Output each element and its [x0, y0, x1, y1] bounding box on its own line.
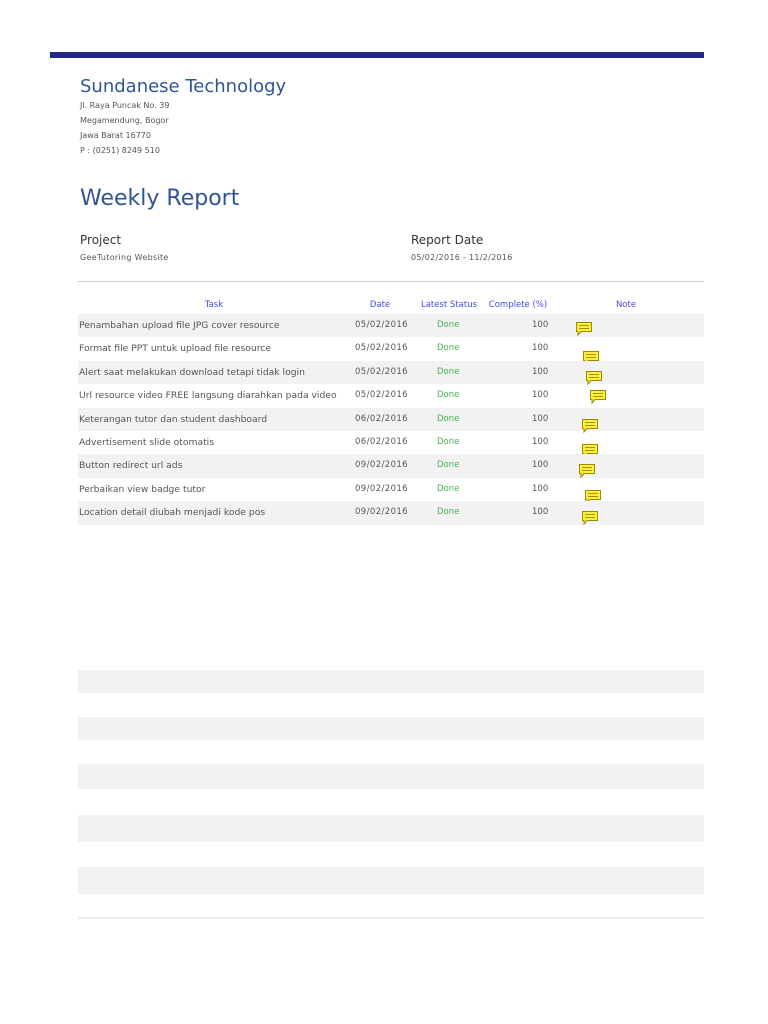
status-cell: Done [437, 413, 460, 424]
note-icon[interactable] [585, 370, 603, 386]
empty-row [78, 867, 704, 894]
note-icon[interactable] [581, 510, 599, 526]
note-icon[interactable] [575, 321, 593, 337]
status-cell: Done [437, 436, 460, 447]
task-cell: Penambahan upload file JPG cover resourc… [79, 320, 280, 331]
task-cell: Button redirect url ads [79, 460, 183, 472]
address-line-3: Jawa Barat 16770 [80, 131, 151, 140]
header-note: Note [615, 300, 637, 310]
header-latest-status: Latest Status [420, 300, 478, 310]
date-cell: 06/02/2016 [355, 413, 408, 424]
date-cell: 05/02/2016 [355, 390, 408, 401]
complete-cell: 100 [532, 413, 549, 424]
date-cell: 05/02/2016 [355, 343, 408, 354]
table-row: Penambahan upload file JPG cover resourc… [78, 314, 704, 338]
address-line-2: Megamendung, Bogor [80, 116, 169, 125]
complete-cell: 100 [532, 460, 549, 471]
note-icon[interactable] [578, 463, 596, 479]
task-cell: Format file PPT untuk upload file resour… [79, 343, 271, 355]
date-cell: 09/02/2016 [355, 483, 408, 494]
complete-cell: 100 [532, 390, 549, 401]
table-row: Location detail diubah menjadi kode pos 0… [78, 501, 704, 526]
note-icon[interactable] [589, 389, 607, 405]
complete-cell: 100 [532, 320, 549, 330]
table-row: Format file PPT untuk upload file resour… [78, 337, 704, 366]
project-label: Project [80, 233, 122, 247]
phone-line: P : (0251) 8249 510 [80, 146, 160, 155]
table-row: Button redirect url ads 09/02/2016 Done 100 [78, 454, 704, 479]
task-cell: Url resource video FREE langsung diarahk… [79, 390, 337, 402]
date-cell: 06/02/2016 [355, 436, 408, 447]
date-cell: 09/02/2016 [355, 507, 408, 518]
date-cell: 05/02/2016 [355, 366, 408, 377]
table-header: Task Date Latest Status Complete (%) Not… [78, 298, 704, 312]
task-cell: Perbaikan view badge tutor [79, 483, 206, 495]
header-divider [78, 281, 704, 282]
status-cell: Done [437, 507, 460, 518]
header-task: Task [204, 300, 224, 310]
address-line-1: Jl. Raya Puncak No. 39 [80, 101, 170, 110]
task-table-body: Penambahan upload file JPG cover resourc… [78, 314, 704, 526]
complete-cell: 100 [532, 507, 549, 518]
task-cell: Advertisement slide otomatis [79, 436, 215, 448]
task-cell: Location detail diubah menjadi kode pos [79, 507, 266, 519]
header-complete: Complete (%) [488, 300, 548, 310]
note-icon[interactable] [581, 418, 599, 433]
date-cell: 05/02/2016 [355, 320, 408, 330]
table-row: Advertisement slide otomatis 06/02/2016 Do… [78, 431, 704, 459]
complete-cell: 100 [532, 436, 549, 447]
status-cell: Done [437, 483, 460, 494]
table-bottom-rule [78, 917, 704, 919]
complete-cell: 100 [532, 343, 549, 354]
empty-row [78, 764, 704, 789]
empty-row [78, 670, 704, 693]
date-cell: 09/02/2016 [355, 460, 408, 471]
table-row: Keterangan tutor dan student dashboard 06… [78, 407, 704, 433]
table-row: Url resource video FREE langsung diarahk… [78, 384, 704, 407]
complete-cell: 100 [532, 483, 549, 494]
empty-row [78, 815, 704, 842]
complete-cell: 100 [532, 366, 549, 377]
task-cell: Alert saat melakukan download tetapi tid… [79, 366, 305, 378]
status-cell: Done [437, 366, 460, 377]
header-date: Date [369, 300, 391, 310]
status-cell: Done [437, 460, 460, 471]
company-name: Sundanese Technology [80, 76, 287, 97]
report-date-label: Report Date [411, 233, 484, 247]
status-cell: Done [437, 390, 460, 401]
report-title: Weekly Report [80, 186, 240, 211]
report-date-value: 05/02/2016 - 11/2/2016 [411, 253, 513, 262]
status-cell: Done [437, 343, 460, 354]
status-cell: Done [437, 320, 460, 330]
empty-row [78, 717, 704, 740]
top-accent-bar [50, 52, 704, 58]
project-value: GeeTutoring Website [80, 253, 169, 262]
table-row: Alert saat melakukan download tetapi tid… [78, 360, 704, 386]
task-cell: Keterangan tutor dan student dashboard [79, 413, 268, 425]
table-row: Perbaikan view badge tutor 09/02/2016 Done… [78, 478, 704, 505]
